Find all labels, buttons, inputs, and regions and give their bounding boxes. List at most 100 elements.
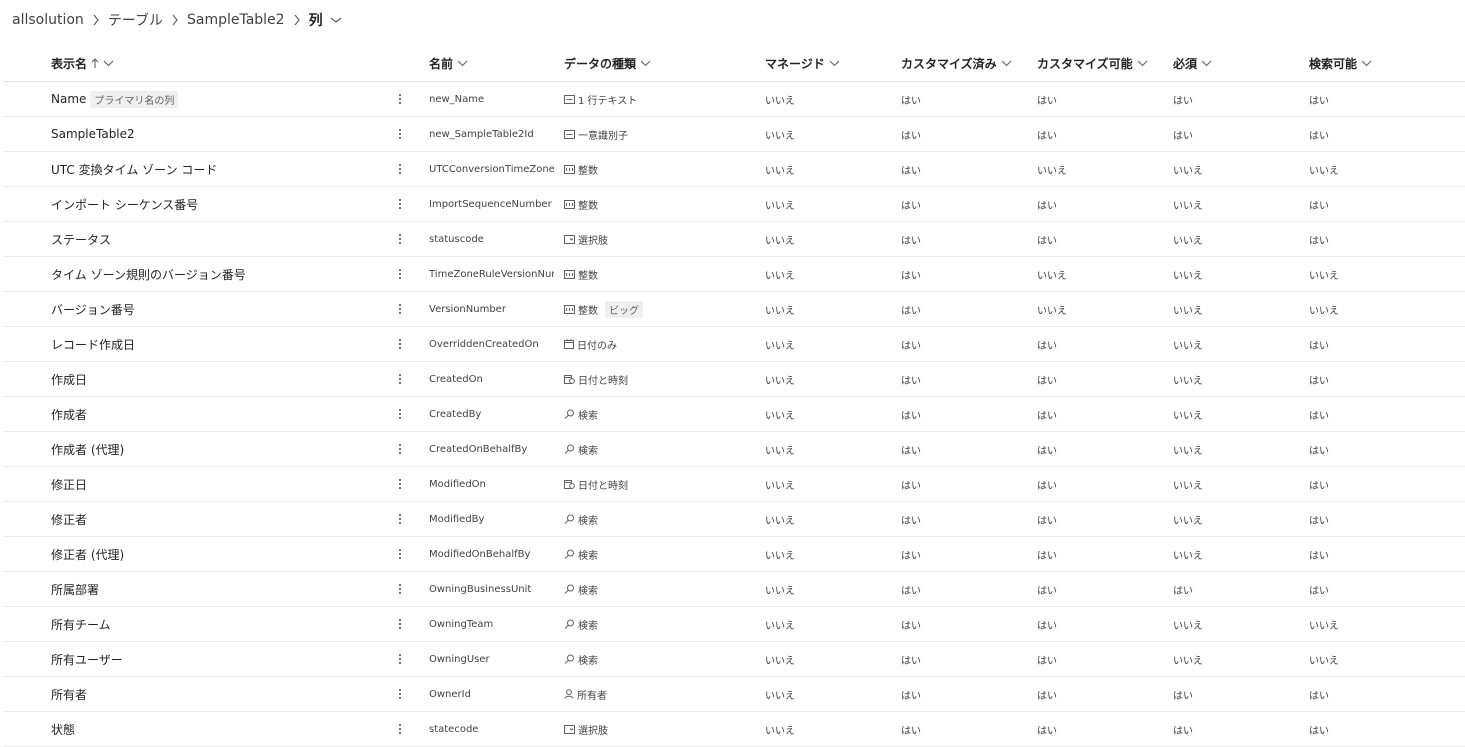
display-name: 作成日 xyxy=(51,372,88,387)
header-searchable-label: 検索可能 xyxy=(1309,57,1358,71)
more-vertical-icon xyxy=(399,374,401,384)
more-actions-button[interactable] xyxy=(393,152,407,186)
more-actions-button[interactable] xyxy=(393,502,407,536)
display-name-cell[interactable]: 所有者 xyxy=(51,677,381,711)
more-actions-button[interactable] xyxy=(393,607,407,641)
more-actions-button[interactable] xyxy=(393,677,407,711)
datetime-icon xyxy=(564,479,575,489)
more-actions-button[interactable] xyxy=(393,537,407,571)
display-name-cell[interactable]: レコード作成日 xyxy=(51,327,381,361)
display-name-cell[interactable]: Name プライマリ名の列 xyxy=(51,82,381,116)
more-actions-button[interactable] xyxy=(393,82,407,116)
display-name-cell[interactable]: 所有ユーザー xyxy=(51,642,381,676)
table-row[interactable]: レコード作成日 OverriddenCreatedOn 日付のみ いいえ はい はい いいえ… xyxy=(4,327,1465,362)
customizable-value: はい xyxy=(1037,200,1057,212)
table-row[interactable]: 作成者 (代理) CreatedOnBehalfBy 検索 いいえ はい はい いいえ はい xyxy=(4,432,1465,467)
customizable-value: はい xyxy=(1037,550,1057,562)
more-actions-button[interactable] xyxy=(393,432,407,466)
table-row[interactable]: 修正日 ModifiedOn 日付と時刻 いいえ はい はい いいえ はい xyxy=(4,467,1465,502)
header-name[interactable]: 名前 xyxy=(429,46,468,81)
more-actions-button[interactable] xyxy=(393,257,407,291)
table-row[interactable]: 修正者 ModifiedBy 検索 いいえ はい はい いいえ はい xyxy=(4,502,1465,537)
searchable-value: はい xyxy=(1309,130,1329,142)
table-row[interactable]: 作成日 CreatedOn 日付と時刻 いいえ はい はい いいえ はい xyxy=(4,362,1465,397)
more-actions-button[interactable] xyxy=(393,572,407,606)
display-name-cell[interactable]: ステータス xyxy=(51,222,381,256)
more-actions-button[interactable] xyxy=(393,642,407,676)
table-row[interactable]: インポート シーケンス番号 ImportSequenceNumber 整数 いいえ はい… xyxy=(4,187,1465,222)
schema-name: statuscode xyxy=(429,233,484,245)
display-name-cell[interactable]: 状態 xyxy=(51,712,381,746)
display-name-cell[interactable]: バージョン番号 xyxy=(51,292,381,326)
more-actions-button[interactable] xyxy=(393,292,407,326)
more-vertical-icon xyxy=(399,129,401,139)
more-actions-button[interactable] xyxy=(393,397,407,431)
display-name-cell[interactable]: 作成者 xyxy=(51,397,381,431)
display-name-cell[interactable]: 所有チーム xyxy=(51,607,381,641)
customizable-value: はい xyxy=(1037,515,1057,527)
table-row[interactable]: 状態 statecode 選択肢 いいえ はい はい はい はい xyxy=(4,712,1465,747)
header-display-name[interactable]: 表示名 xyxy=(51,46,114,81)
managed-value: いいえ xyxy=(765,620,795,632)
chevron-down-icon xyxy=(1361,60,1372,67)
data-type-label: 日付のみ xyxy=(577,340,617,352)
customizable-value: はい xyxy=(1037,445,1057,457)
customizable-value: はい xyxy=(1037,690,1057,702)
header-searchable[interactable]: 検索可能 xyxy=(1309,46,1372,81)
more-actions-button[interactable] xyxy=(393,222,407,256)
table-row[interactable]: タイム ゾーン規則のバージョン番号 TimeZoneRuleVersionNum.… xyxy=(4,257,1465,292)
header-customizable[interactable]: カスタマイズ可能 xyxy=(1037,46,1148,81)
display-name-cell[interactable]: 修正者 (代理) xyxy=(51,537,381,571)
table-row[interactable]: SampleTable2 new_SampleTable2Id 一意識別子 いいえ はい… xyxy=(4,117,1465,152)
data-type-label: 整数 xyxy=(578,165,598,177)
display-name-cell[interactable]: SampleTable2 xyxy=(51,117,381,151)
customized-value: はい xyxy=(901,585,921,597)
header-managed[interactable]: マネージド xyxy=(765,46,840,81)
table-row[interactable]: 修正者 (代理) ModifiedOnBehalfBy 検索 いいえ はい はい いいえ はい xyxy=(4,537,1465,572)
display-name-cell[interactable]: 修正者 xyxy=(51,502,381,536)
header-data-type[interactable]: データの種類 xyxy=(564,46,651,81)
more-actions-button[interactable] xyxy=(393,712,407,746)
data-type-cell: 1 行テキスト xyxy=(564,82,754,116)
schema-name: TimeZoneRuleVersionNum... xyxy=(429,268,554,280)
display-name-cell[interactable]: UTC 変換タイム ゾーン コード xyxy=(51,152,381,186)
breadcrumb-solution[interactable]: allsolution xyxy=(10,12,86,28)
customized-value: はい xyxy=(901,95,921,107)
table-row[interactable]: 所有者 OwnerId 所有者 いいえ はい はい はい はい xyxy=(4,677,1465,712)
data-type-label: 整数 xyxy=(578,305,598,317)
display-name: インポート シーケンス番号 xyxy=(51,197,199,212)
table-row[interactable]: 所有チーム OwningTeam 検索 いいえ はい はい いいえ いいえ xyxy=(4,607,1465,642)
display-name-cell[interactable]: タイム ゾーン規則のバージョン番号 xyxy=(51,257,381,291)
table-row[interactable]: 作成者 CreatedBy 検索 いいえ はい はい いいえ はい xyxy=(4,397,1465,432)
display-name: 作成者 (代理) xyxy=(51,442,125,457)
display-name-cell[interactable]: 作成者 (代理) xyxy=(51,432,381,466)
breadcrumb-tables[interactable]: テーブル xyxy=(106,10,165,30)
table-row[interactable]: 所属部署 OwningBusinessUnit 検索 いいえ はい はい はい はい xyxy=(4,572,1465,607)
data-type-label: 1 行テキスト xyxy=(578,95,638,107)
display-name-cell[interactable]: インポート シーケンス番号 xyxy=(51,187,381,221)
breadcrumb-columns[interactable]: 列 xyxy=(307,10,325,30)
more-actions-button[interactable] xyxy=(393,327,407,361)
display-name-cell[interactable]: 修正日 xyxy=(51,467,381,501)
searchable-value: はい xyxy=(1309,235,1329,247)
customized-value: はい xyxy=(901,235,921,247)
breadcrumb-table[interactable]: SampleTable2 xyxy=(185,12,287,28)
table-row[interactable]: 所有ユーザー OwningUser 検索 いいえ はい はい いいえ いいえ xyxy=(4,642,1465,677)
table-row[interactable]: UTC 変換タイム ゾーン コード UTCConversionTimeZoneC.… xyxy=(4,152,1465,187)
table-row[interactable]: バージョン番号 VersionNumber 整数 ビッグ いいえ はい いいえ いいえ いいえ xyxy=(4,292,1465,327)
more-actions-button[interactable] xyxy=(393,117,407,151)
header-customized[interactable]: カスタマイズ済み xyxy=(901,46,1012,81)
searchable-value: いいえ xyxy=(1309,165,1339,177)
display-name: レコード作成日 xyxy=(51,337,136,352)
chevron-down-icon[interactable] xyxy=(327,16,345,24)
display-name-cell[interactable]: 所属部署 xyxy=(51,572,381,606)
chevron-down-icon xyxy=(829,60,840,67)
table-row[interactable]: ステータス statuscode 選択肢 いいえ はい はい いいえ はい xyxy=(4,222,1465,257)
more-actions-button[interactable] xyxy=(393,362,407,396)
more-actions-button[interactable] xyxy=(393,467,407,501)
display-name-cell[interactable]: 作成日 xyxy=(51,362,381,396)
header-required[interactable]: 必須 xyxy=(1173,46,1212,81)
display-name: 修正者 xyxy=(51,512,88,527)
more-actions-button[interactable] xyxy=(393,187,407,221)
table-row[interactable]: Name プライマリ名の列 new_Name 1 行テキスト いいえ はい はい はい はい xyxy=(4,82,1465,117)
